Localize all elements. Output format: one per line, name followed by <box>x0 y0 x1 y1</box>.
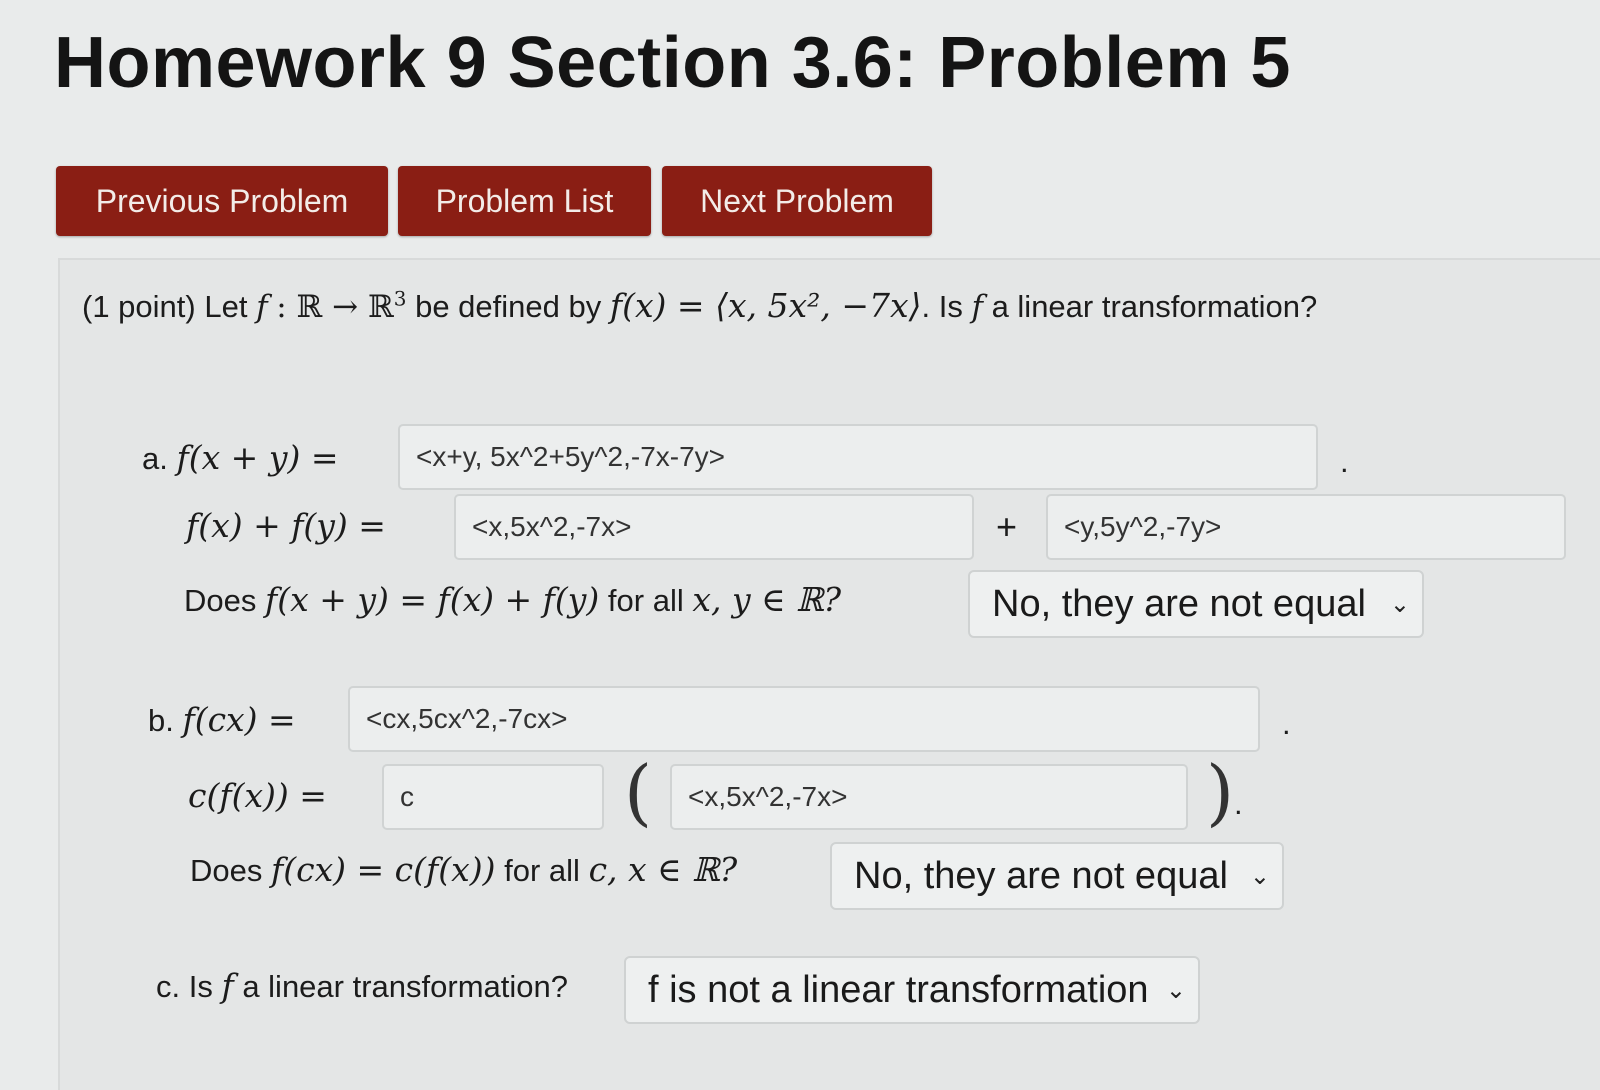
c-answer-input[interactable] <box>382 764 604 830</box>
chevron-down-icon: ⌄ <box>1389 590 1410 618</box>
part-a-question: Does f(x + y) = f(x) + f(y) for all x, y… <box>184 580 842 619</box>
function-definition: f(x) = ⟨x, 5x², −7x⟩ <box>609 286 922 325</box>
c-fx-label: c(f(x)) = <box>188 776 327 815</box>
fcx-answer-input[interactable] <box>348 686 1260 752</box>
part-a-additivity-select[interactable]: No, they are not equal ⌄ <box>968 570 1424 638</box>
fx-answer-input[interactable] <box>454 494 974 560</box>
previous-problem-button[interactable]: Previous Problem <box>56 166 388 236</box>
chevron-down-icon: ⌄ <box>1249 862 1270 890</box>
plus-sign: + <box>996 506 1018 547</box>
part-b-line1: b. f(cx) = <box>148 700 296 739</box>
chevron-down-icon: ⌄ <box>1165 976 1186 1004</box>
fx-plus-fy-label: f(x) + f(y) = <box>186 506 386 545</box>
part-a-label: a. <box>142 441 168 476</box>
part-c-question: c. Is f a linear transformation? <box>156 966 568 1005</box>
period: . <box>1282 706 1291 741</box>
part-a-line1: a. f(x + y) = <box>142 438 339 477</box>
fy-answer-input[interactable] <box>1046 494 1566 560</box>
part-b-question: Does f(cx) = c(f(x)) for all c, x ∈ ℝ? <box>190 850 738 889</box>
let-text: Let <box>204 289 248 324</box>
points-label: (1 point) <box>82 289 196 324</box>
period: . <box>1234 786 1243 821</box>
problem-list-button[interactable]: Problem List <box>398 166 651 236</box>
fxy-answer-input[interactable] <box>398 424 1318 490</box>
problem-statement: (1 point) Let f : ℝ → ℝ3 be defined by f… <box>82 286 1318 325</box>
right-paren: ) <box>1206 750 1235 834</box>
part-b-homogeneity-select[interactable]: No, they are not equal ⌄ <box>830 842 1284 910</box>
period: . <box>1340 444 1349 479</box>
next-problem-button[interactable]: Next Problem <box>662 166 932 236</box>
left-paren: ( <box>624 750 653 834</box>
part-c-linearity-select[interactable]: f is not a linear transformation ⌄ <box>624 956 1200 1024</box>
fx-answer-input-b[interactable] <box>670 764 1188 830</box>
part-b-label: b. <box>148 703 174 738</box>
page-title: Homework 9 Section 3.6: Problem 5 <box>54 23 1291 103</box>
